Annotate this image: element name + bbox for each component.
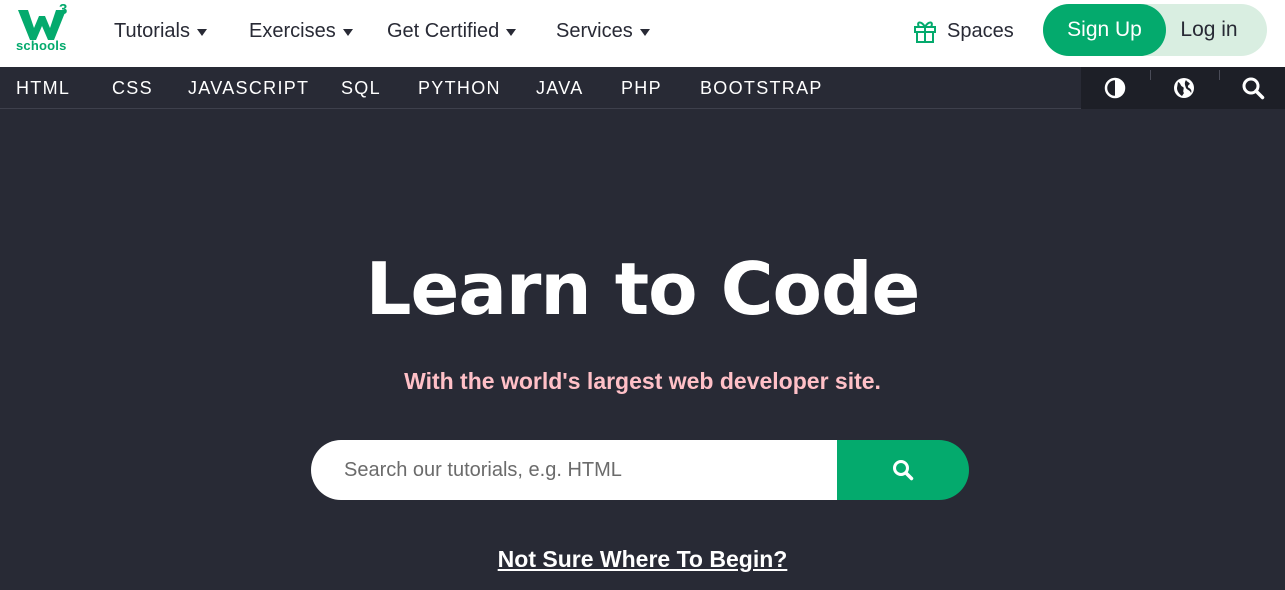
w3schools-logo[interactable]: 3 schools xyxy=(0,0,80,60)
subnav-item-css[interactable]: CSS xyxy=(112,77,153,99)
menu-get-certified-label: Get Certified xyxy=(387,19,500,42)
search-icon xyxy=(893,460,914,481)
caret-down-icon xyxy=(506,28,517,36)
hero-subtitle: With the world's largest web developer s… xyxy=(404,368,881,394)
globe-icon[interactable] xyxy=(1172,76,1196,100)
spaces-link[interactable]: Spaces xyxy=(913,17,1014,45)
menu-exercises-label: Exercises xyxy=(249,19,336,42)
search-submit-button[interactable] xyxy=(837,440,969,500)
menu-tutorials[interactable]: Tutorials xyxy=(114,18,207,44)
menu-services-label: Services xyxy=(556,19,633,42)
not-sure-where-to-begin-link[interactable]: Not Sure Where To Begin? xyxy=(0,544,1285,574)
gift-icon xyxy=(914,21,936,43)
contrast-icon[interactable] xyxy=(1103,76,1127,100)
menu-tutorials-label: Tutorials xyxy=(114,19,190,42)
tool-divider xyxy=(1219,70,1220,80)
tutorial-search-input[interactable] xyxy=(311,440,851,500)
logo-wordmark: schools xyxy=(16,38,67,53)
menu-get-certified[interactable]: Get Certified xyxy=(387,18,517,44)
menu-exercises[interactable]: Exercises xyxy=(249,18,353,44)
caret-down-icon xyxy=(196,28,207,36)
logo-superscript: 3 xyxy=(59,1,68,18)
subnav-item-bootstrap[interactable]: BOOTSTRAP xyxy=(700,77,823,99)
tool-divider xyxy=(1150,70,1151,80)
subnav-item-php[interactable]: PHP xyxy=(621,77,662,99)
spaces-label: Spaces xyxy=(947,19,1014,42)
caret-down-icon xyxy=(342,28,353,36)
menu-services[interactable]: Services xyxy=(556,18,650,44)
caret-down-icon xyxy=(639,28,650,36)
search-icon[interactable] xyxy=(1241,76,1265,100)
subnav-item-sql[interactable]: SQL xyxy=(341,77,381,99)
subnav-item-javascript[interactable]: JAVASCRIPT xyxy=(188,77,309,99)
subnav-item-java[interactable]: JAVA xyxy=(536,77,584,99)
login-button[interactable]: Log in xyxy=(1166,4,1252,56)
subnav-item-python[interactable]: PYTHON xyxy=(418,77,501,99)
signup-button[interactable]: Sign Up xyxy=(1043,4,1166,56)
hero-title: Learn to Code xyxy=(365,247,921,331)
subnav-item-html[interactable]: HTML xyxy=(16,77,70,99)
